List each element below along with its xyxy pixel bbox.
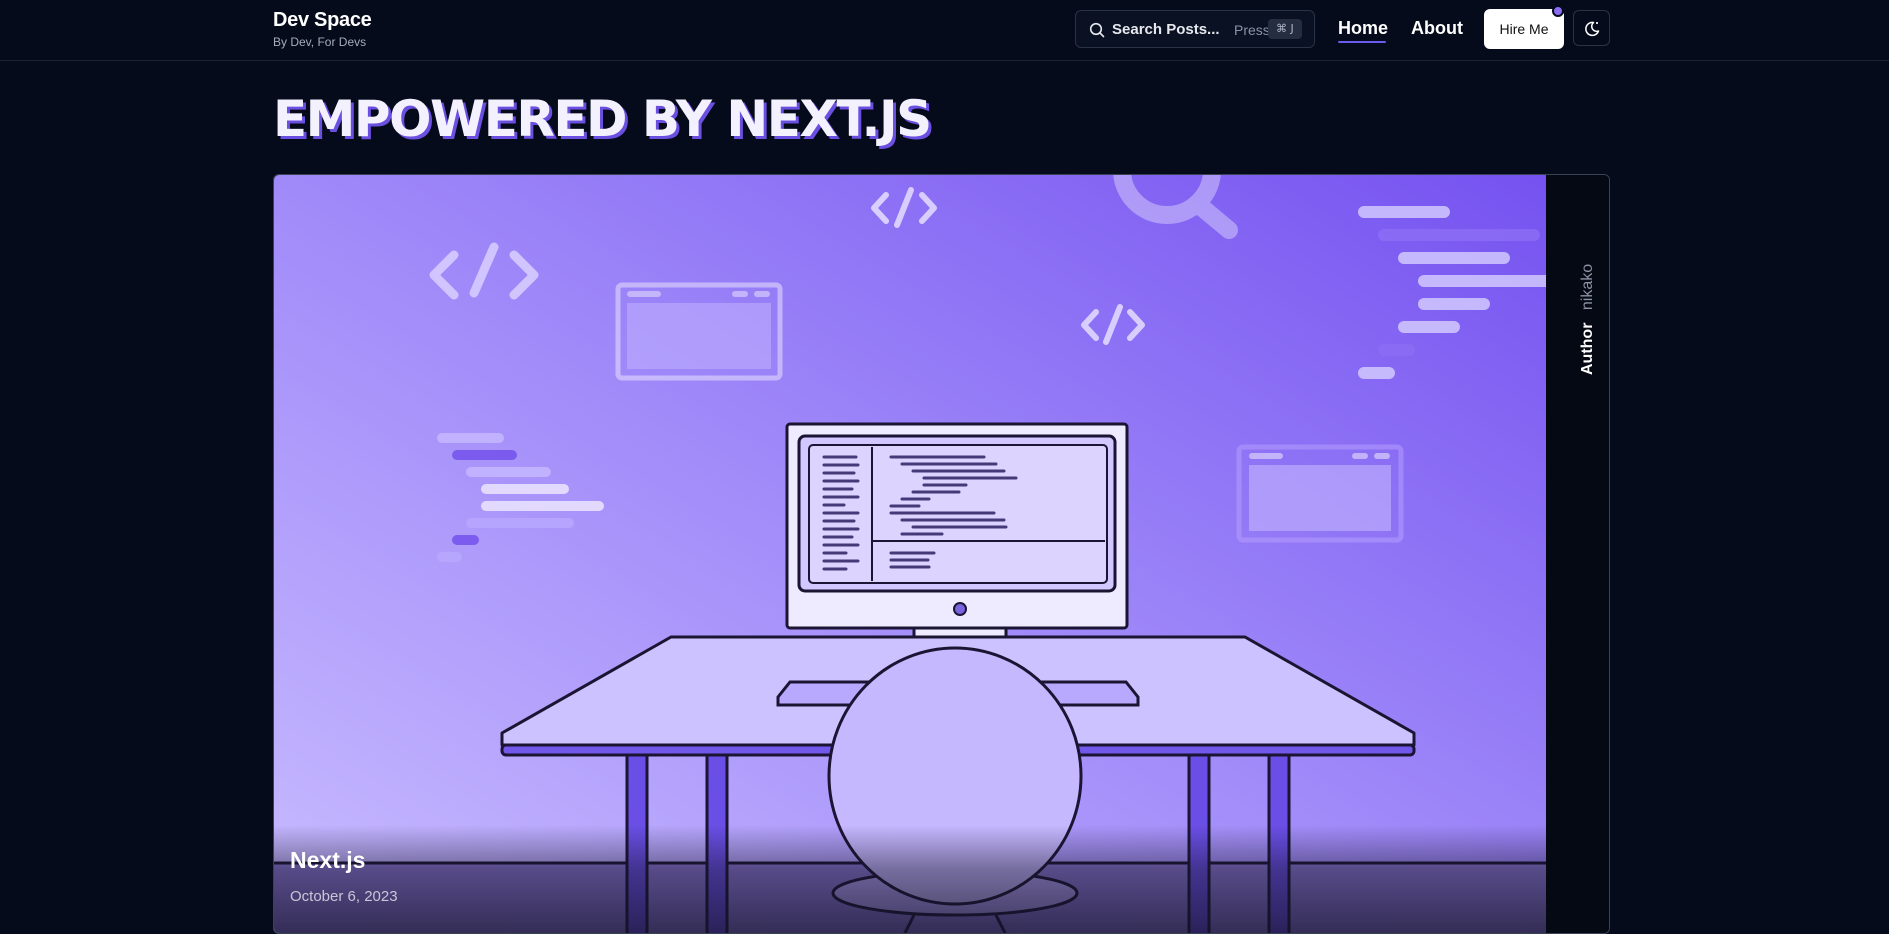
author-name[interactable]: nikako bbox=[1579, 264, 1596, 310]
developer-desk-illustration bbox=[274, 175, 1546, 933]
post-title[interactable]: Next.js bbox=[290, 847, 365, 874]
nav-link-home[interactable]: Home bbox=[1338, 18, 1388, 39]
author-info: Author nikako bbox=[1579, 264, 1597, 375]
brand-title[interactable]: Dev Space bbox=[273, 9, 372, 32]
post-cover-image[interactable]: Next.js October 6, 2023 bbox=[274, 175, 1546, 933]
image-gradient-overlay bbox=[274, 825, 1546, 933]
moon-sun-icon bbox=[1585, 21, 1600, 37]
nav-link-about[interactable]: About bbox=[1411, 18, 1463, 39]
page-title: EMPOWERED BY NEXT.JS bbox=[273, 90, 932, 148]
search-button[interactable]: Search Posts... Press ⌘ J bbox=[1075, 10, 1315, 48]
search-press-hint: Press bbox=[1234, 22, 1270, 38]
theme-toggle-button[interactable] bbox=[1573, 10, 1610, 46]
post-date: October 6, 2023 bbox=[290, 888, 398, 905]
site-header: Dev Space By Dev, For Devs Search Posts.… bbox=[0, 0, 1889, 61]
search-label: Search Posts... bbox=[1112, 21, 1220, 38]
search-shortcut-kbd: ⌘ J bbox=[1268, 19, 1302, 39]
brand[interactable]: Dev Space By Dev, For Devs bbox=[273, 9, 372, 49]
search-icon bbox=[1089, 22, 1105, 38]
hire-me-button[interactable]: Hire Me bbox=[1484, 9, 1564, 49]
brand-subtitle: By Dev, For Devs bbox=[273, 35, 367, 49]
author-strip: Author nikako bbox=[1546, 175, 1609, 933]
author-label: Author bbox=[1579, 322, 1596, 375]
notification-dot bbox=[1552, 5, 1564, 17]
featured-post-card[interactable]: Next.js October 6, 2023 Author nikako bbox=[273, 174, 1610, 934]
nav-active-indicator bbox=[1338, 41, 1386, 43]
